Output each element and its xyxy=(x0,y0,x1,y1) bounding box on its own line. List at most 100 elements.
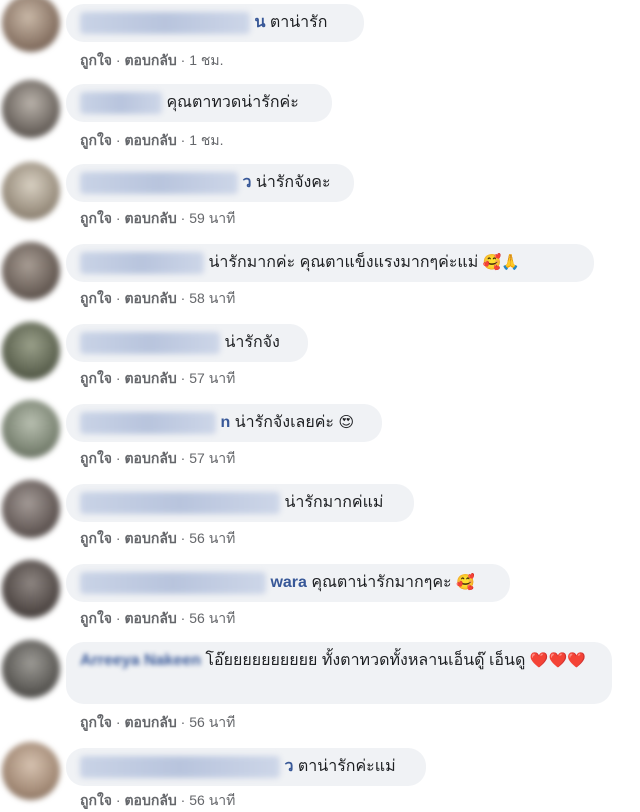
reply-button[interactable]: ตอบกลับ xyxy=(124,450,176,466)
comment-text: โอ๊ยยยยยยยยยย ทั้งตาทวดทั้งหลานเอ็นดู๊ เ… xyxy=(205,652,526,669)
author-name[interactable] xyxy=(80,412,216,434)
separator: · xyxy=(176,530,190,546)
author-name-suffix[interactable]: น xyxy=(254,14,265,31)
separator: · xyxy=(176,52,190,68)
timestamp[interactable]: 56 นาที xyxy=(189,530,235,546)
separator: · xyxy=(112,52,125,68)
like-button[interactable]: ถูกใจ xyxy=(80,792,112,808)
emoji: 🥰🙏 xyxy=(482,254,521,271)
comment-actions: ถูกใจ · ตอบกลับ · 1 ชม. xyxy=(80,130,224,152)
timestamp[interactable]: 56 นาที xyxy=(189,714,235,730)
comment-actions: ถูกใจ · ตอบกลับ · 58 นาที xyxy=(80,288,235,310)
avatar[interactable] xyxy=(2,400,60,458)
timestamp[interactable]: 57 นาที xyxy=(189,450,235,466)
timestamp[interactable]: 56 นาที xyxy=(189,610,235,626)
separator: · xyxy=(112,714,125,730)
avatar[interactable] xyxy=(2,640,60,698)
comment-actions: ถูกใจ · ตอบกลับ · 1 ชม. xyxy=(80,50,224,72)
author-name-suffix[interactable]: wara xyxy=(270,574,306,591)
separator: · xyxy=(176,792,190,808)
comment-actions: ถูกใจ · ตอบกลับ · 56 นาที xyxy=(80,712,235,734)
comment-text: คุณตาน่ารักมากๆคะ xyxy=(311,574,452,591)
avatar[interactable] xyxy=(2,560,60,618)
reply-button[interactable]: ตอบกลับ xyxy=(124,370,176,386)
author-name[interactable] xyxy=(80,332,220,354)
like-button[interactable]: ถูกใจ xyxy=(80,52,112,68)
timestamp[interactable]: 1 ชม. xyxy=(189,132,223,148)
separator: · xyxy=(112,210,125,226)
separator: · xyxy=(112,610,125,626)
avatar[interactable] xyxy=(2,162,60,220)
comment-bubble: น่ารักมากค่แม่ xyxy=(66,484,414,522)
comment-text: ตาน่ารักค่ะแม่ xyxy=(297,758,396,775)
timestamp[interactable]: 56 นาที xyxy=(189,792,235,808)
author-name[interactable] xyxy=(80,492,280,514)
like-button[interactable]: ถูกใจ xyxy=(80,450,112,466)
comment-bubble: น่ารักมากค่ะ คุณตาแข็งแรงมากๆค่ะแม่ 🥰🙏 xyxy=(66,244,594,282)
timestamp[interactable]: 57 นาที xyxy=(189,370,235,386)
separator: · xyxy=(112,370,125,386)
separator: · xyxy=(112,530,125,546)
like-button[interactable]: ถูกใจ xyxy=(80,714,112,730)
author-name[interactable] xyxy=(80,12,250,34)
reply-button[interactable]: ตอบกลับ xyxy=(124,530,176,546)
comment-bubble: Arreeya Nakeen โอ๊ยยยยยยยยยย ทั้งตาทวดทั… xyxy=(66,642,612,704)
reply-button[interactable]: ตอบกลับ xyxy=(124,610,176,626)
comment-text: น่ารักมากค่ะ คุณตาแข็งแรงมากๆค่ะแม่ xyxy=(208,254,479,271)
avatar[interactable] xyxy=(2,480,60,538)
like-button[interactable]: ถูกใจ xyxy=(80,610,112,626)
reply-button[interactable]: ตอบกลับ xyxy=(124,132,176,148)
timestamp[interactable]: 1 ชม. xyxy=(189,52,223,68)
separator: · xyxy=(112,132,125,148)
separator: · xyxy=(176,370,190,386)
comment-text: น่ารักมากค่แม่ xyxy=(284,494,384,511)
author-name[interactable] xyxy=(80,252,204,274)
separator: · xyxy=(112,792,125,808)
author-name[interactable] xyxy=(80,172,238,194)
reply-button[interactable]: ตอบกลับ xyxy=(124,210,176,226)
comment-actions: ถูกใจ · ตอบกลับ · 56 นาที xyxy=(80,528,235,550)
avatar[interactable] xyxy=(2,742,60,800)
timestamp[interactable]: 59 นาที xyxy=(189,210,235,226)
comment-text: คุณตาทวดน่ารักค่ะ xyxy=(166,94,299,111)
avatar[interactable] xyxy=(2,80,60,138)
author-name-suffix[interactable]: ว xyxy=(284,758,293,775)
reply-button[interactable]: ตอบกลับ xyxy=(124,792,176,808)
avatar[interactable] xyxy=(2,242,60,300)
comment-text: น่ารักจังคะ xyxy=(255,174,331,191)
emoji: 🥰 xyxy=(456,574,475,591)
author-name[interactable] xyxy=(80,92,162,114)
like-button[interactable]: ถูกใจ xyxy=(80,530,112,546)
comment-text: ตาน่ารัก xyxy=(269,14,328,31)
reply-button[interactable]: ตอบกลับ xyxy=(124,290,176,306)
reply-button[interactable]: ตอบกลับ xyxy=(124,714,176,730)
heart-emoji: ❤️❤️❤️ xyxy=(529,652,586,669)
like-button[interactable]: ถูกใจ xyxy=(80,290,112,306)
separator: · xyxy=(176,132,190,148)
avatar[interactable] xyxy=(2,0,60,52)
like-button[interactable]: ถูกใจ xyxy=(80,370,112,386)
comment-bubble: wara คุณตาน่ารักมากๆคะ 🥰 xyxy=(66,564,510,602)
comment-bubble: น่ารักจัง xyxy=(66,324,308,362)
comment-text: น่ารักจัง xyxy=(224,334,280,351)
separator: · xyxy=(176,290,190,306)
comment-actions: ถูกใจ · ตอบกลับ · 59 นาที xyxy=(80,208,235,230)
comment-bubble: คุณตาทวดน่ารักค่ะ xyxy=(66,84,332,122)
avatar[interactable] xyxy=(2,322,60,380)
comment-bubble: n น่ารักจังเลยค่ะ 😍 xyxy=(66,404,382,442)
like-button[interactable]: ถูกใจ xyxy=(80,132,112,148)
like-button[interactable]: ถูกใจ xyxy=(80,210,112,226)
comment-bubble: น ตาน่ารัก xyxy=(66,4,364,42)
reply-button[interactable]: ตอบกลับ xyxy=(124,52,176,68)
comment-bubble: ว น่ารักจังคะ xyxy=(66,164,354,202)
comment-actions: ถูกใจ · ตอบกลับ · 57 นาที xyxy=(80,448,235,470)
comment-text: น่ารักจังเลยค่ะ xyxy=(234,414,335,431)
author-name-suffix[interactable]: n xyxy=(220,414,230,431)
timestamp[interactable]: 58 นาที xyxy=(189,290,235,306)
author-name[interactable]: Arreeya Nakeen xyxy=(80,652,201,669)
comment-actions: ถูกใจ · ตอบกลับ · 57 นาที xyxy=(80,368,235,390)
author-name-suffix[interactable]: ว xyxy=(242,174,251,191)
author-name[interactable] xyxy=(80,756,280,778)
author-name[interactable] xyxy=(80,572,266,594)
separator: · xyxy=(112,450,125,466)
